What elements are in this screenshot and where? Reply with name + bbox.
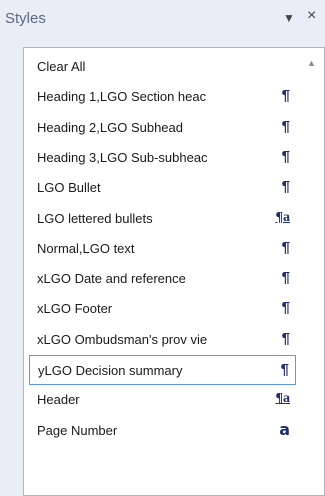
paragraph-style-icon: ¶ xyxy=(281,87,290,105)
character-style-icon: a xyxy=(279,419,290,439)
linked-style-icon: ¶a xyxy=(275,391,290,407)
styles-listbox[interactable]: Clear All Heading 1,LGO Section heac ¶ Head… xyxy=(23,47,325,496)
style-list-item[interactable]: yLGO Decision summary ¶ xyxy=(29,355,296,385)
style-list-item[interactable]: Page Number a xyxy=(29,416,296,446)
scroll-up-arrow-icon[interactable]: ▲ xyxy=(307,58,316,68)
vertical-scrollbar[interactable]: ▲ xyxy=(300,48,324,495)
style-list-item[interactable]: xLGO Date and reference ¶ xyxy=(29,264,296,294)
style-name-label: Heading 1,LGO Section heac xyxy=(37,89,207,105)
style-list-item[interactable]: Heading 1,LGO Section heac ¶ xyxy=(29,82,296,112)
style-list-item[interactable]: LGO lettered bullets ¶a xyxy=(29,204,296,234)
styles-pane: Styles ▼ × Clear All Heading 1,LGO Sectio… xyxy=(0,0,325,496)
style-name-label: Heading 2,LGO Subhead xyxy=(37,119,183,135)
paragraph-style-icon: ¶ xyxy=(281,238,290,256)
style-name-label: Header xyxy=(37,392,80,408)
style-name-label: Clear All xyxy=(37,59,86,74)
pane-options-dropdown-icon[interactable]: ▼ xyxy=(283,11,295,25)
pane-title: Styles xyxy=(5,10,46,27)
style-list-item[interactable]: Header ¶a xyxy=(29,385,296,415)
paragraph-style-icon: ¶ xyxy=(281,329,290,347)
style-name-label: LGO Bullet xyxy=(37,180,101,196)
style-list-item[interactable]: Clear All xyxy=(29,52,296,82)
paragraph-style-icon: ¶ xyxy=(281,178,290,196)
style-name-label: LGO lettered bullets xyxy=(37,210,153,226)
style-name-label: xLGO Ombudsman's prov vie xyxy=(37,331,208,347)
paragraph-style-icon: ¶ xyxy=(281,117,290,135)
style-name-label: Page Number xyxy=(37,422,118,438)
style-list-item[interactable]: Normal,LGO text ¶ xyxy=(29,234,296,264)
style-name-label: xLGO Footer xyxy=(37,301,113,317)
style-list-item[interactable]: LGO Bullet ¶ xyxy=(29,173,296,203)
paragraph-style-icon: ¶ xyxy=(281,269,290,287)
style-list-item[interactable]: xLGO Ombudsman's prov vie ¶ xyxy=(29,325,296,355)
pane-titlebar: Styles ▼ × xyxy=(0,0,325,38)
style-list-item[interactable]: Heading 2,LGO Subhead ¶ xyxy=(29,113,296,143)
style-name-label: Heading 3,LGO Sub-subheac xyxy=(37,149,208,165)
style-list-item[interactable]: xLGO Footer ¶ xyxy=(29,294,296,324)
paragraph-style-icon: ¶ xyxy=(281,299,290,317)
style-name-label: yLGO Decision summary xyxy=(38,363,183,378)
style-list-item[interactable]: Heading 3,LGO Sub-subheac ¶ xyxy=(29,143,296,173)
style-name-label: xLGO Date and reference xyxy=(37,271,186,287)
paragraph-style-icon: ¶ xyxy=(280,361,289,378)
close-pane-icon[interactable]: × xyxy=(307,8,316,24)
paragraph-style-icon: ¶ xyxy=(281,147,290,165)
style-name-label: Normal,LGO text xyxy=(37,240,135,256)
linked-style-icon: ¶a xyxy=(275,209,290,225)
